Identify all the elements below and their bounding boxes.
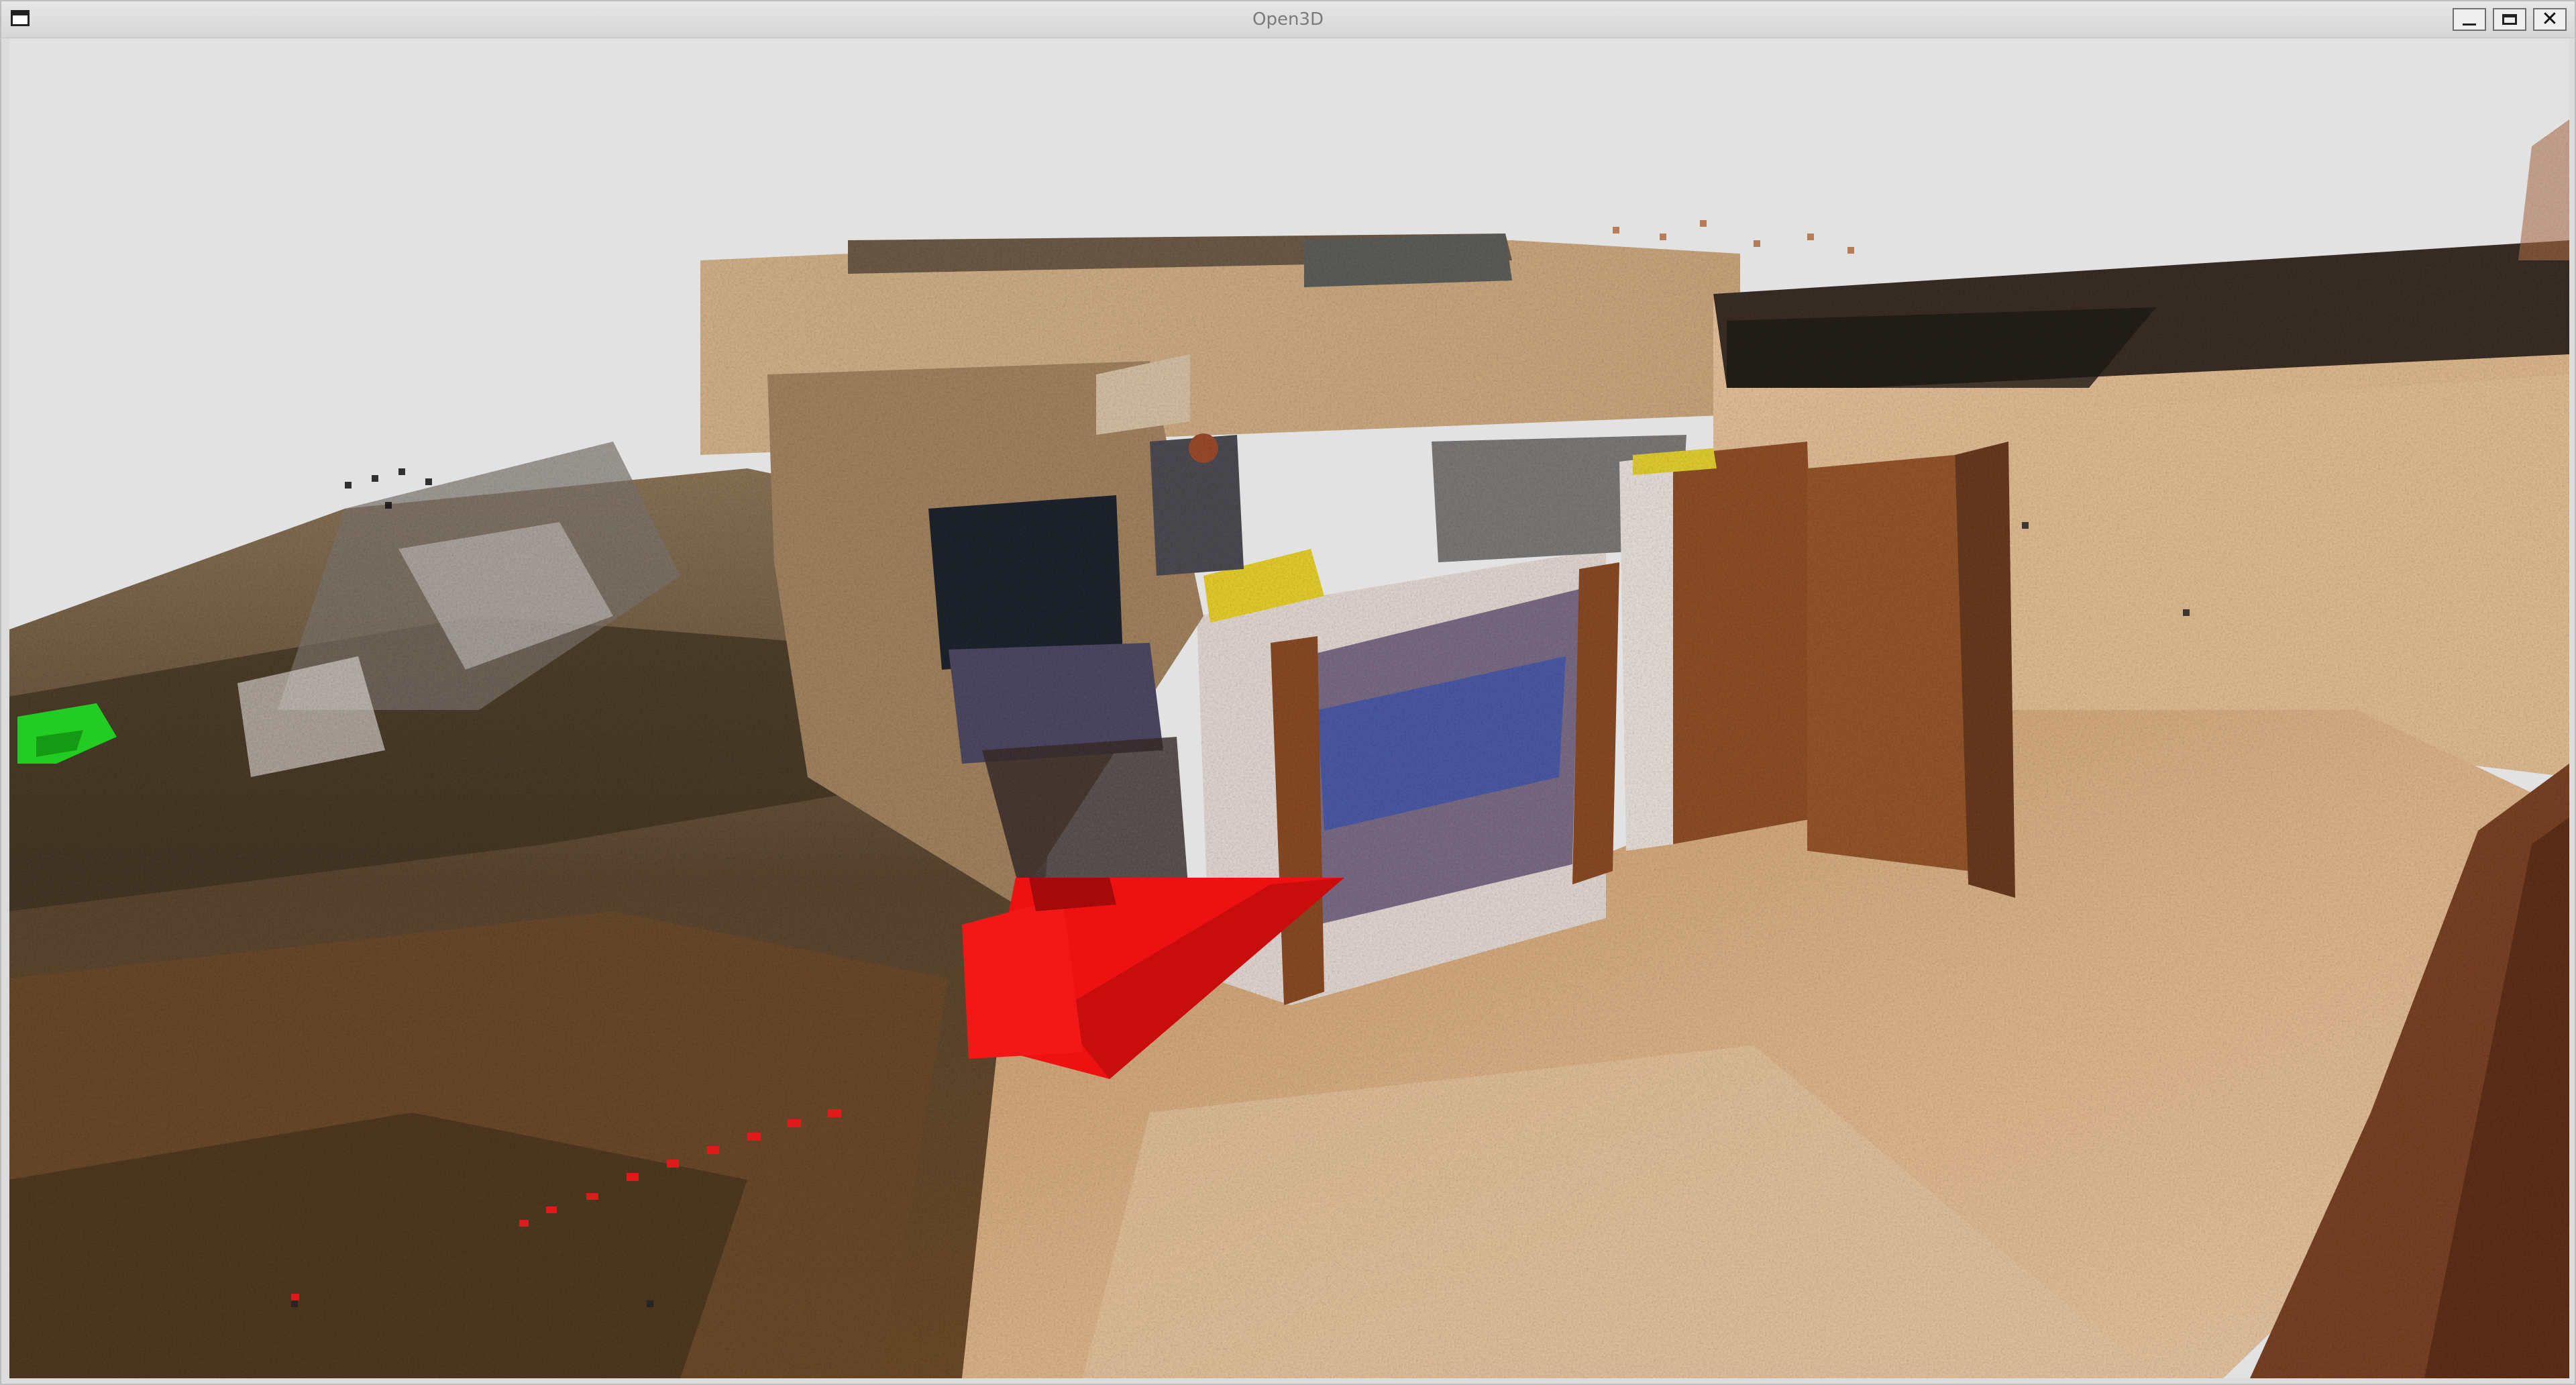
close-icon: ✕ bbox=[2541, 7, 2559, 31]
app-window: Open3D ✕ bbox=[0, 0, 2576, 1385]
maximize-icon bbox=[2502, 14, 2517, 25]
close-button[interactable]: ✕ bbox=[2533, 8, 2567, 31]
minimize-button[interactable] bbox=[2453, 8, 2486, 31]
title-bar[interactable]: Open3D ✕ bbox=[1, 1, 2575, 38]
maximize-button[interactable] bbox=[2493, 8, 2526, 31]
window-title: Open3D bbox=[1252, 9, 1324, 30]
minimize-icon bbox=[2463, 23, 2476, 25]
point-cloud-scene bbox=[9, 119, 2569, 1378]
3d-viewport[interactable] bbox=[9, 39, 2569, 1378]
